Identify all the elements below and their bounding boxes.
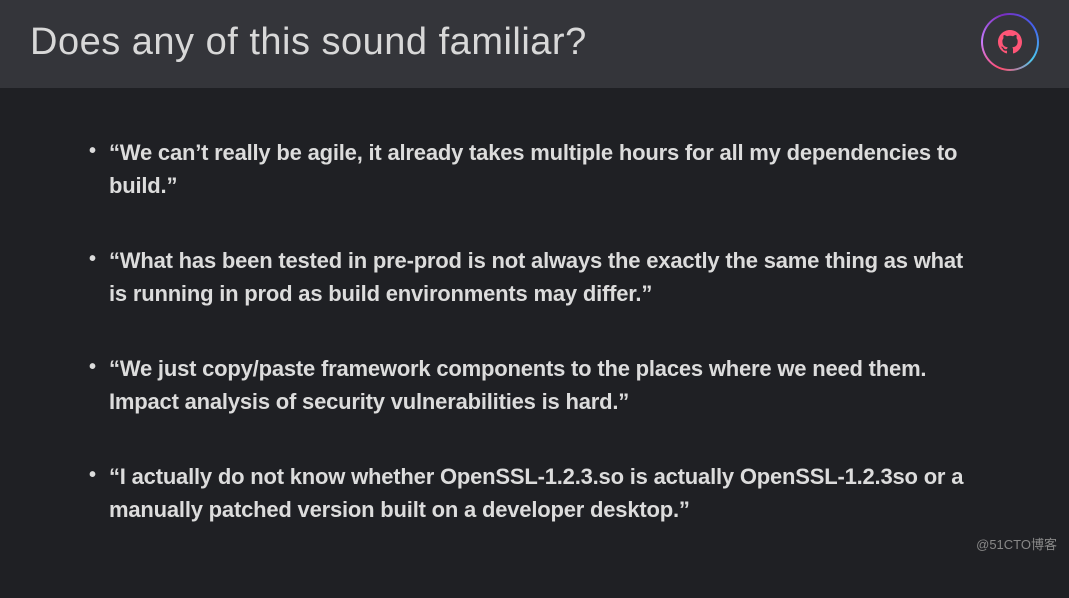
list-item: “We just copy/paste framework components… (85, 352, 979, 418)
bullet-list: “We can’t really be agile, it already ta… (85, 136, 979, 526)
list-item: “We can’t really be agile, it already ta… (85, 136, 979, 202)
list-item: “I actually do not know whether OpenSSL-… (85, 460, 979, 526)
watermark: @51CTO博客 (976, 534, 1057, 553)
github-logo-inner (983, 15, 1037, 69)
slide-title: Does any of this sound familiar? (30, 21, 587, 64)
slide-content: “We can’t really be agile, it already ta… (0, 88, 1069, 598)
slide-header: Does any of this sound familiar? (0, 0, 1069, 88)
list-item: “What has been tested in pre-prod is not… (85, 244, 979, 310)
github-logo-ring (981, 13, 1039, 71)
github-icon (998, 30, 1022, 54)
